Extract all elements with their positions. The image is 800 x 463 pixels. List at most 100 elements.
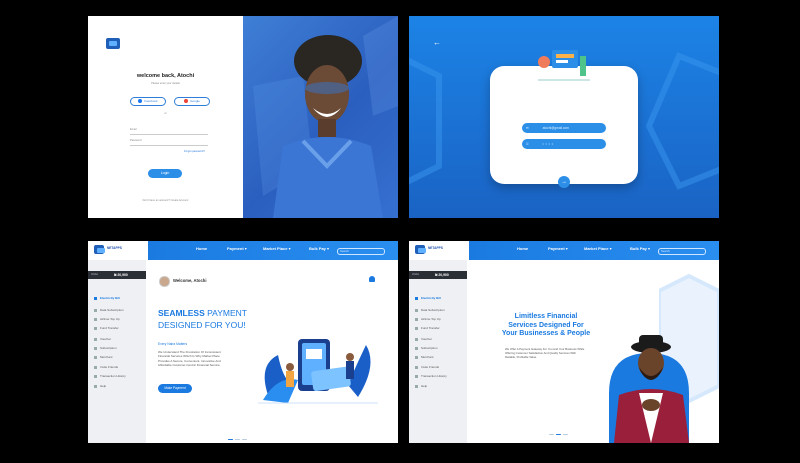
transfer-icon [94,326,97,330]
sidebar-item-transfer[interactable]: Fund Transfer [94,326,119,330]
history-icon [94,374,97,378]
sidebar-label: Airtime Top Up [100,317,120,321]
sidebar-label: Help [100,384,107,388]
hero-photo [243,16,398,218]
payment-people-illustration [258,339,378,404]
wallet-amount: ₦ 20,900 [114,273,128,277]
signin-screen: ← ✉ atochi@gmail.com ⚿ •••• → [409,16,719,218]
carousel-dots[interactable] [549,422,570,435]
transfer-icon [415,326,418,330]
sidebar-item-electricity[interactable]: Electricity Bill [94,296,120,300]
login-form-area: welcome back, Atochi Please enter your d… [88,16,243,218]
back-arrow-icon[interactable]: ← [433,38,441,47]
forgot-password-link[interactable]: Forgot password? [184,150,205,153]
nav-home[interactable]: Home [196,246,207,251]
sidebar-item-electricity[interactable]: Electricity Bill [415,296,441,300]
or-divider: or [164,112,167,115]
nav-payment[interactable]: Payment ▾ [227,246,247,251]
promo-kicker: Every Naira Matters [158,342,188,346]
subscription-icon [94,346,97,350]
sidebar-label: Merchant [100,355,113,359]
sidebar-item-history[interactable]: Transaction History [415,374,447,378]
sidebar-item-data[interactable]: Data Subscription [94,308,124,312]
email-field[interactable] [130,134,208,135]
promo-headline: SEAMLESS PAYMENT [158,308,247,318]
brand-name: NETAPPS [107,246,122,250]
sidebar-item-voucher[interactable]: Voucher [415,337,432,341]
sidebar: Wallet ₦ 20,900 Electricity Bill Data Su… [409,260,467,443]
sidebar-item-history[interactable]: Transaction History [94,374,126,378]
email-value: atochi@gmail.com [542,126,569,130]
signin-email-input[interactable]: ✉ atochi@gmail.com [522,123,606,133]
sidebar-item-subscription[interactable]: Subscription [94,346,117,350]
avatar[interactable] [159,276,170,287]
nav-home[interactable]: Home [517,246,528,251]
headline-rest: PAYMENT [204,308,247,318]
facebook-label: Facebook [144,99,158,103]
login-button[interactable]: Login [148,169,182,178]
voucher-icon [415,337,418,341]
wifi-icon [415,308,418,312]
google-icon [184,99,189,104]
dashboard-limitless: NETAPPS Home Payment ▾ Market Place ▾ Bu… [409,241,719,443]
sidebar-item-subscription[interactable]: Subscription [415,346,438,350]
headline-line-1: Limitless Financial [514,313,578,320]
signin-password-input[interactable]: ⚿ •••• [522,139,606,149]
help-icon [94,384,97,388]
sidebar-item-transfer[interactable]: Fund Transfer [415,326,440,330]
sidebar-item-voucher[interactable]: Voucher [94,337,111,341]
sidebar-item-airtime[interactable]: Airtime Top Up [94,317,120,321]
bolt-icon [415,296,418,300]
wifi-icon [94,308,97,312]
nav-payment[interactable]: Payment ▾ [548,246,568,251]
promo2-body: We Offer A Payment Gateway For You And Y… [505,347,585,359]
nav-bulk-pay[interactable]: Bulk Pay ▾ [309,246,329,251]
brand-logo: NETAPPS [94,245,134,256]
welcome-text: Welcome, Atochi [173,278,207,283]
nav-market-place[interactable]: Market Place ▾ [584,246,612,251]
promo-headline-line2: DESIGNED FOR YOU! [158,320,246,330]
brand-name: NETAPPS [428,246,443,250]
wallet-amount: ₦ 20,900 [435,273,449,277]
sidebar-item-invite[interactable]: Invite Friends [415,365,439,369]
sidebar-item-help[interactable]: Help [94,384,106,388]
sidebar-label: Subscription [421,346,438,350]
headline-line-3: Your Businesses & People [501,330,591,337]
sidebar-label: Voucher [421,337,433,341]
lock-icon: ⚿ [526,142,529,146]
wallet-label: Wallet [412,273,420,276]
sidebar-label: Fund Transfer [100,326,119,330]
submit-arrow-button[interactable]: → [558,176,570,188]
help-icon [415,384,418,388]
sidebar-item-invite[interactable]: Invite Friends [94,365,118,369]
store-icon [94,355,97,359]
carousel-dots[interactable] [228,427,249,440]
signin-card: ✉ atochi@gmail.com ⚿ •••• → [490,50,638,188]
make-payment-button[interactable]: Make Payment [158,384,192,393]
sidebar-item-merchant[interactable]: Merchant [94,355,113,359]
google-login-button[interactable]: Google [174,97,210,106]
search-input[interactable]: Search [658,248,706,255]
sidebar-label: Merchant [421,355,434,359]
headline-bold: SEAMLESS [158,308,205,318]
search-input[interactable]: Search [337,248,385,255]
subscription-icon [415,346,418,350]
sidebar-item-merchant[interactable]: Merchant [415,355,434,359]
sidebar-item-airtime[interactable]: Airtime Top Up [415,317,441,321]
sidebar-label: Help [421,384,428,388]
sidebar-label: Data Subscription [100,308,124,312]
sidebar-label: Subscription [100,346,117,350]
brand-logo-icon [415,245,426,254]
dashboard-seamless: NETAPPS Home Payment ▾ Market Place ▾ Bu… [88,241,398,443]
nav-market-place[interactable]: Market Place ▾ [263,246,291,251]
nav-bulk-pay[interactable]: Bulk Pay ▾ [630,246,650,251]
bell-icon[interactable] [369,276,375,282]
facebook-login-button[interactable]: Facebook [130,97,166,106]
password-field[interactable] [130,145,208,146]
brand-logo: NETAPPS [415,245,455,256]
signup-link[interactable]: Don't have an account? Create Account [88,199,243,202]
sidebar-item-help[interactable]: Help [415,384,427,388]
brand-logo-icon [94,245,105,254]
store-icon [415,355,418,359]
sidebar-item-data[interactable]: Data Subscription [415,308,445,312]
